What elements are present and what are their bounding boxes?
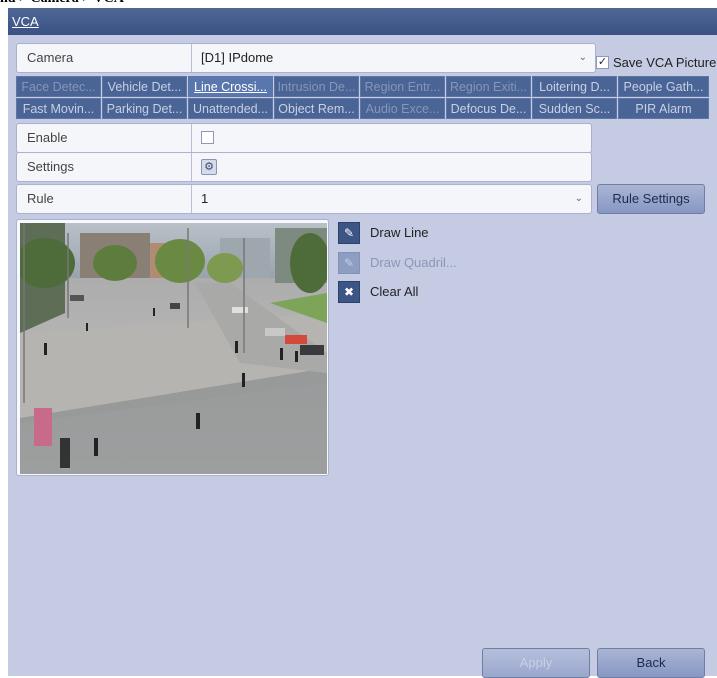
camera-image <box>20 223 327 474</box>
enable-row: Enable <box>16 123 592 153</box>
save-vca-checkbox[interactable]: ✓ <box>596 56 609 69</box>
settings-label: Settings <box>27 159 74 174</box>
tab-object-removal[interactable]: Object Rem... <box>274 98 359 119</box>
tab-audio-exception[interactable]: Audio Exce... <box>360 98 445 119</box>
apply-button[interactable]: Apply <box>482 648 590 678</box>
save-vca-label: Save VCA Picture <box>613 55 717 70</box>
rule-settings-button[interactable]: Rule Settings <box>597 184 705 214</box>
tab-face-detection[interactable]: Face Detec... <box>16 76 101 97</box>
tab-sudden-scene-change[interactable]: Sudden Sc... <box>532 98 617 119</box>
divider <box>191 44 192 72</box>
tab-line-crossing[interactable]: Line Crossi... <box>188 76 273 97</box>
chevron-down-icon[interactable]: ⌄ <box>579 44 587 72</box>
camera-preview[interactable] <box>16 219 329 476</box>
enable-label: Enable <box>27 130 68 145</box>
camera-label: Camera <box>27 50 74 65</box>
divider <box>191 185 192 213</box>
camera-row: Camera [D1] IPdome ⌄ <box>16 43 596 73</box>
tab-defocus-detection[interactable]: Defocus De... <box>446 98 531 119</box>
back-button[interactable]: Back <box>597 648 705 678</box>
draw-line-label: Draw Line <box>370 225 429 240</box>
settings-row: Settings ⚙ <box>16 152 592 182</box>
tab-intrusion-detection[interactable]: Intrusion De... <box>274 76 359 97</box>
tab-parking-detection[interactable]: Parking Det... <box>102 98 187 119</box>
pencil-icon[interactable]: ✎ <box>338 222 360 244</box>
tab-pir-alarm[interactable]: PIR Alarm <box>618 98 709 119</box>
clear-icon[interactable]: ✖ <box>338 281 360 303</box>
divider <box>191 153 192 181</box>
rule-select[interactable]: 1 <box>201 185 208 213</box>
tab-people-gathering[interactable]: People Gath... <box>618 76 709 97</box>
draw-quadrilateral-label: Draw Quadril... <box>370 255 457 270</box>
tab-vehicle-detection[interactable]: Vehicle Det... <box>102 76 187 97</box>
top-clipped-heading: nd > Camera > VCA <box>0 0 717 8</box>
gear-icon[interactable]: ⚙ <box>201 159 217 175</box>
tab-region-entrance[interactable]: Region Entr... <box>360 76 445 97</box>
clear-all-label: Clear All <box>370 284 419 299</box>
tab-loitering-detection[interactable]: Loitering D... <box>532 76 617 97</box>
tab-fast-moving[interactable]: Fast Movin... <box>16 98 101 119</box>
save-vca-picture[interactable]: ✓ Save VCA Picture <box>596 54 716 74</box>
rule-label: Rule <box>27 191 54 206</box>
tab-unattended-baggage[interactable]: Unattended... <box>188 98 273 119</box>
tab-region-exiting[interactable]: Region Exiti... <box>446 76 531 97</box>
enable-checkbox[interactable] <box>201 131 214 144</box>
chevron-down-icon[interactable]: ⌄ <box>575 185 583 213</box>
tab-vca[interactable]: VCA <box>8 11 43 32</box>
edit-icon[interactable]: ✎ <box>338 252 360 274</box>
camera-select[interactable]: [D1] IPdome <box>201 44 273 72</box>
title-bar: VCA <box>8 8 717 35</box>
vca-window: VCA Camera [D1] IPdome ⌄ ✓ Save VCA Pict… <box>8 8 717 678</box>
rule-row: Rule 1 ⌄ <box>16 184 592 214</box>
divider <box>191 124 192 152</box>
